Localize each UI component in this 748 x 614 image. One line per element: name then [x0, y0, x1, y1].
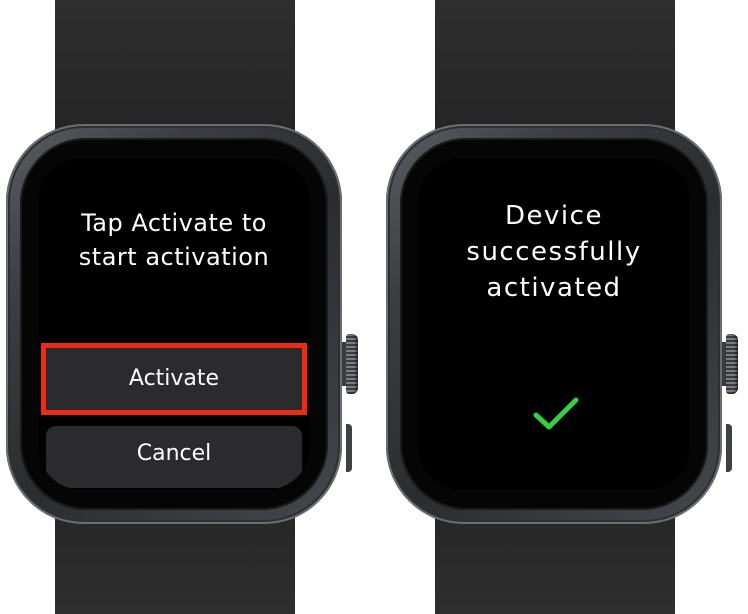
watch-screen: Device successfully activated: [418, 158, 690, 490]
watch-bezel: Device successfully activated: [400, 138, 708, 510]
watch-success-screen: Device successfully activated: [380, 0, 738, 614]
watch-activate-screen: Tap Activate to start activation Activat…: [0, 0, 358, 614]
activation-prompt: Tap Activate to start activation: [78, 209, 270, 271]
checkmark-icon: [533, 397, 579, 430]
digital-crown[interactable]: [346, 334, 358, 394]
watch-case: Tap Activate to start activation Activat…: [6, 124, 358, 524]
activate-button[interactable]: Activate: [41, 343, 307, 415]
digital-crown[interactable]: [726, 334, 738, 394]
screenshot-stage: Tap Activate to start activation Activat…: [0, 0, 748, 614]
cancel-button[interactable]: Cancel: [46, 426, 302, 488]
watch-screen: Tap Activate to start activation Activat…: [38, 158, 310, 490]
side-button[interactable]: [726, 424, 732, 472]
watch-case: Device successfully activated: [386, 124, 738, 524]
side-button[interactable]: [346, 424, 352, 472]
watch-bezel: Tap Activate to start activation Activat…: [20, 138, 328, 510]
activation-success-message: Device successfully activated: [466, 201, 642, 303]
